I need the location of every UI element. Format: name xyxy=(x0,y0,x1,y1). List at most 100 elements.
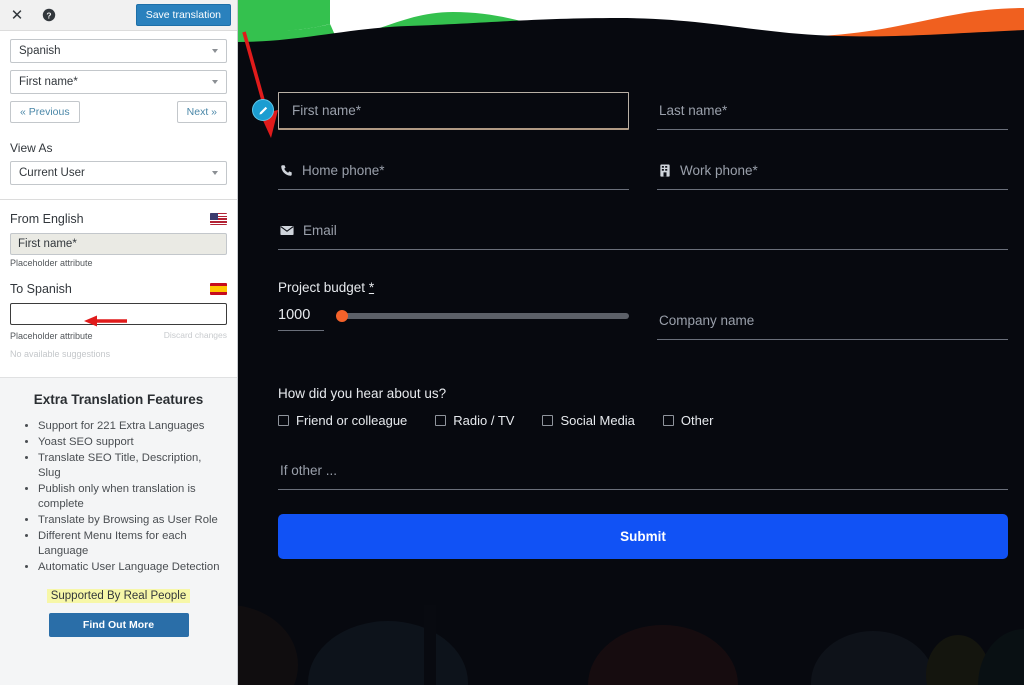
submit-button[interactable]: Submit xyxy=(278,514,1008,559)
save-translation-button[interactable]: Save translation xyxy=(135,3,231,27)
hear-about-label: How did you hear about us? xyxy=(278,386,447,401)
checkbox-box-icon[interactable] xyxy=(278,415,289,426)
extra-features-panel: Extra Translation Features Support for 2… xyxy=(0,377,237,685)
find-out-more-button[interactable]: Find Out More xyxy=(48,613,189,638)
email-input-line[interactable]: Email xyxy=(278,212,1008,250)
last-name-field: Last name* xyxy=(657,92,1008,130)
language-select[interactable]: Spanish xyxy=(10,39,227,63)
first-name-input-line[interactable]: First name* xyxy=(278,92,629,130)
string-nav: « Previous Next » xyxy=(10,101,227,123)
chevron-down-icon xyxy=(212,171,218,175)
sidebar-toolbar: ✕ ? Save translation xyxy=(0,0,237,31)
svg-text:?: ? xyxy=(46,10,51,20)
help-circle-icon: ? xyxy=(42,8,56,22)
decorative-background-shapes xyxy=(238,605,1024,685)
previous-button[interactable]: « Previous xyxy=(10,101,80,123)
budget-col: Project budget * 1000 xyxy=(278,280,629,362)
list-item: Yoast SEO support xyxy=(38,435,225,450)
view-as-value: Current User xyxy=(19,167,85,179)
translation-sidebar: ✕ ? Save translation Spanish First name*… xyxy=(0,0,238,685)
company-name-input-line[interactable]: Company name xyxy=(657,302,1008,340)
list-item: Support for 221 Extra Languages xyxy=(38,419,225,434)
chevron-down-icon xyxy=(212,49,218,53)
us-flag-icon xyxy=(210,213,227,225)
work-phone-input-line[interactable]: Work phone* xyxy=(657,152,1008,190)
pencil-icon xyxy=(258,106,267,115)
form-row-phones: Home phone* Work phone* xyxy=(278,152,1008,212)
project-budget-text: Project budget xyxy=(278,280,366,295)
help-icon[interactable]: ? xyxy=(38,4,60,26)
email-placeholder: Email xyxy=(303,223,337,238)
checkbox-label: Friend or colleague xyxy=(296,413,408,428)
checkbox-label: Social Media xyxy=(560,413,635,428)
required-mark: * xyxy=(368,280,375,295)
decorative-wave-banner xyxy=(238,0,1024,58)
checkbox-social-media[interactable]: Social Media xyxy=(542,413,635,428)
envelope-icon xyxy=(280,225,294,236)
if-other-field: If other ... xyxy=(278,452,1008,490)
discard-changes-link[interactable]: Discard changes xyxy=(164,330,227,340)
view-as-select[interactable]: Current User xyxy=(10,161,227,185)
home-phone-placeholder: Home phone* xyxy=(302,163,385,178)
checkbox-friend-or-colleague[interactable]: Friend or colleague xyxy=(278,413,407,428)
close-icon[interactable]: ✕ xyxy=(6,4,28,26)
company-name-placeholder: Company name xyxy=(659,313,755,328)
next-button[interactable]: Next » xyxy=(176,101,227,123)
language-select-value: Spanish xyxy=(19,45,61,57)
last-name-col: Last name* xyxy=(657,92,1008,152)
translation-editor-screen: ✕ ? Save translation Spanish First name*… xyxy=(0,0,1024,685)
features-title: Extra Translation Features xyxy=(33,392,204,407)
phone-icon xyxy=(280,164,293,177)
if-other-placeholder: If other ... xyxy=(280,463,338,478)
features-list: Support for 221 Extra Languages Yoast SE… xyxy=(12,419,225,575)
source-language-header: From English xyxy=(10,212,227,226)
work-phone-col: Work phone* xyxy=(657,152,1008,212)
first-name-field: First name* xyxy=(252,92,629,130)
checkbox-box-icon[interactable] xyxy=(662,415,674,426)
list-item: Translate SEO Title, Description, Slug xyxy=(38,451,225,481)
edit-pencil-icon[interactable] xyxy=(252,99,274,121)
company-name-field: Company name xyxy=(657,302,1008,340)
string-select[interactable]: First name* xyxy=(10,70,227,94)
list-item: Automatic User Language Detection xyxy=(38,560,225,575)
target-language-header: To Spanish xyxy=(10,282,227,296)
translation-pair-panel: From English First name* Placeholder att… xyxy=(0,200,237,359)
checkbox-label: Radio / TV xyxy=(453,413,515,428)
checkbox-radio-tv[interactable]: Radio / TV xyxy=(435,413,514,428)
contact-form-page: First name* Last name* Home phone* Work … xyxy=(238,0,1024,685)
if-other-input-line[interactable]: If other ... xyxy=(278,452,1008,490)
checkbox-box-icon[interactable] xyxy=(435,415,447,426)
budget-slider-row: 1000 xyxy=(278,307,629,331)
source-attribute-label: Placeholder attribute xyxy=(10,258,93,268)
last-name-input-line[interactable]: Last name* xyxy=(657,92,1008,130)
home-phone-input-line[interactable]: Home phone* xyxy=(278,152,629,190)
target-attribute-label: Placeholder attribute xyxy=(10,331,93,341)
hear-about-group: How did you hear about us? Friend or col… xyxy=(278,386,1008,428)
checkbox-box-icon[interactable] xyxy=(542,415,554,426)
list-item: Publish only when translation is complet… xyxy=(38,482,225,512)
checkbox-label: Other xyxy=(680,413,714,428)
budget-slider-track[interactable] xyxy=(336,310,629,322)
annotation-arrow-placeholder-attribute xyxy=(84,315,127,327)
last-name-placeholder: Last name* xyxy=(659,103,728,118)
checkbox-other[interactable]: Other xyxy=(662,413,714,428)
home-phone-col: Home phone* xyxy=(278,152,629,212)
email-field: Email xyxy=(278,212,1008,250)
target-meta-row: Placeholder attribute Discard changes xyxy=(10,328,227,342)
work-phone-placeholder: Work phone* xyxy=(680,163,758,178)
list-item: Translate by Browsing as User Role xyxy=(38,513,225,528)
form-row-budget: Project budget * 1000 Company name xyxy=(278,280,1008,362)
to-spanish-label: To Spanish xyxy=(10,282,72,296)
form-row-names: First name* Last name* xyxy=(252,92,1008,152)
no-suggestions-text: No available suggestions xyxy=(10,349,111,359)
hear-about-options: Friend or colleague Radio / TV Social Me… xyxy=(278,413,1008,428)
es-flag-icon xyxy=(210,283,227,295)
first-name-placeholder: First name* xyxy=(292,103,362,118)
budget-slider-thumb[interactable] xyxy=(336,310,348,322)
supported-by-real-people-badge: Supported By Real People xyxy=(46,589,191,604)
first-name-col: First name* xyxy=(252,92,629,152)
chevron-down-icon xyxy=(212,80,218,84)
building-icon xyxy=(659,164,671,177)
list-item: Different Menu Items for each Language xyxy=(38,529,225,559)
work-phone-field: Work phone* xyxy=(657,152,1008,190)
